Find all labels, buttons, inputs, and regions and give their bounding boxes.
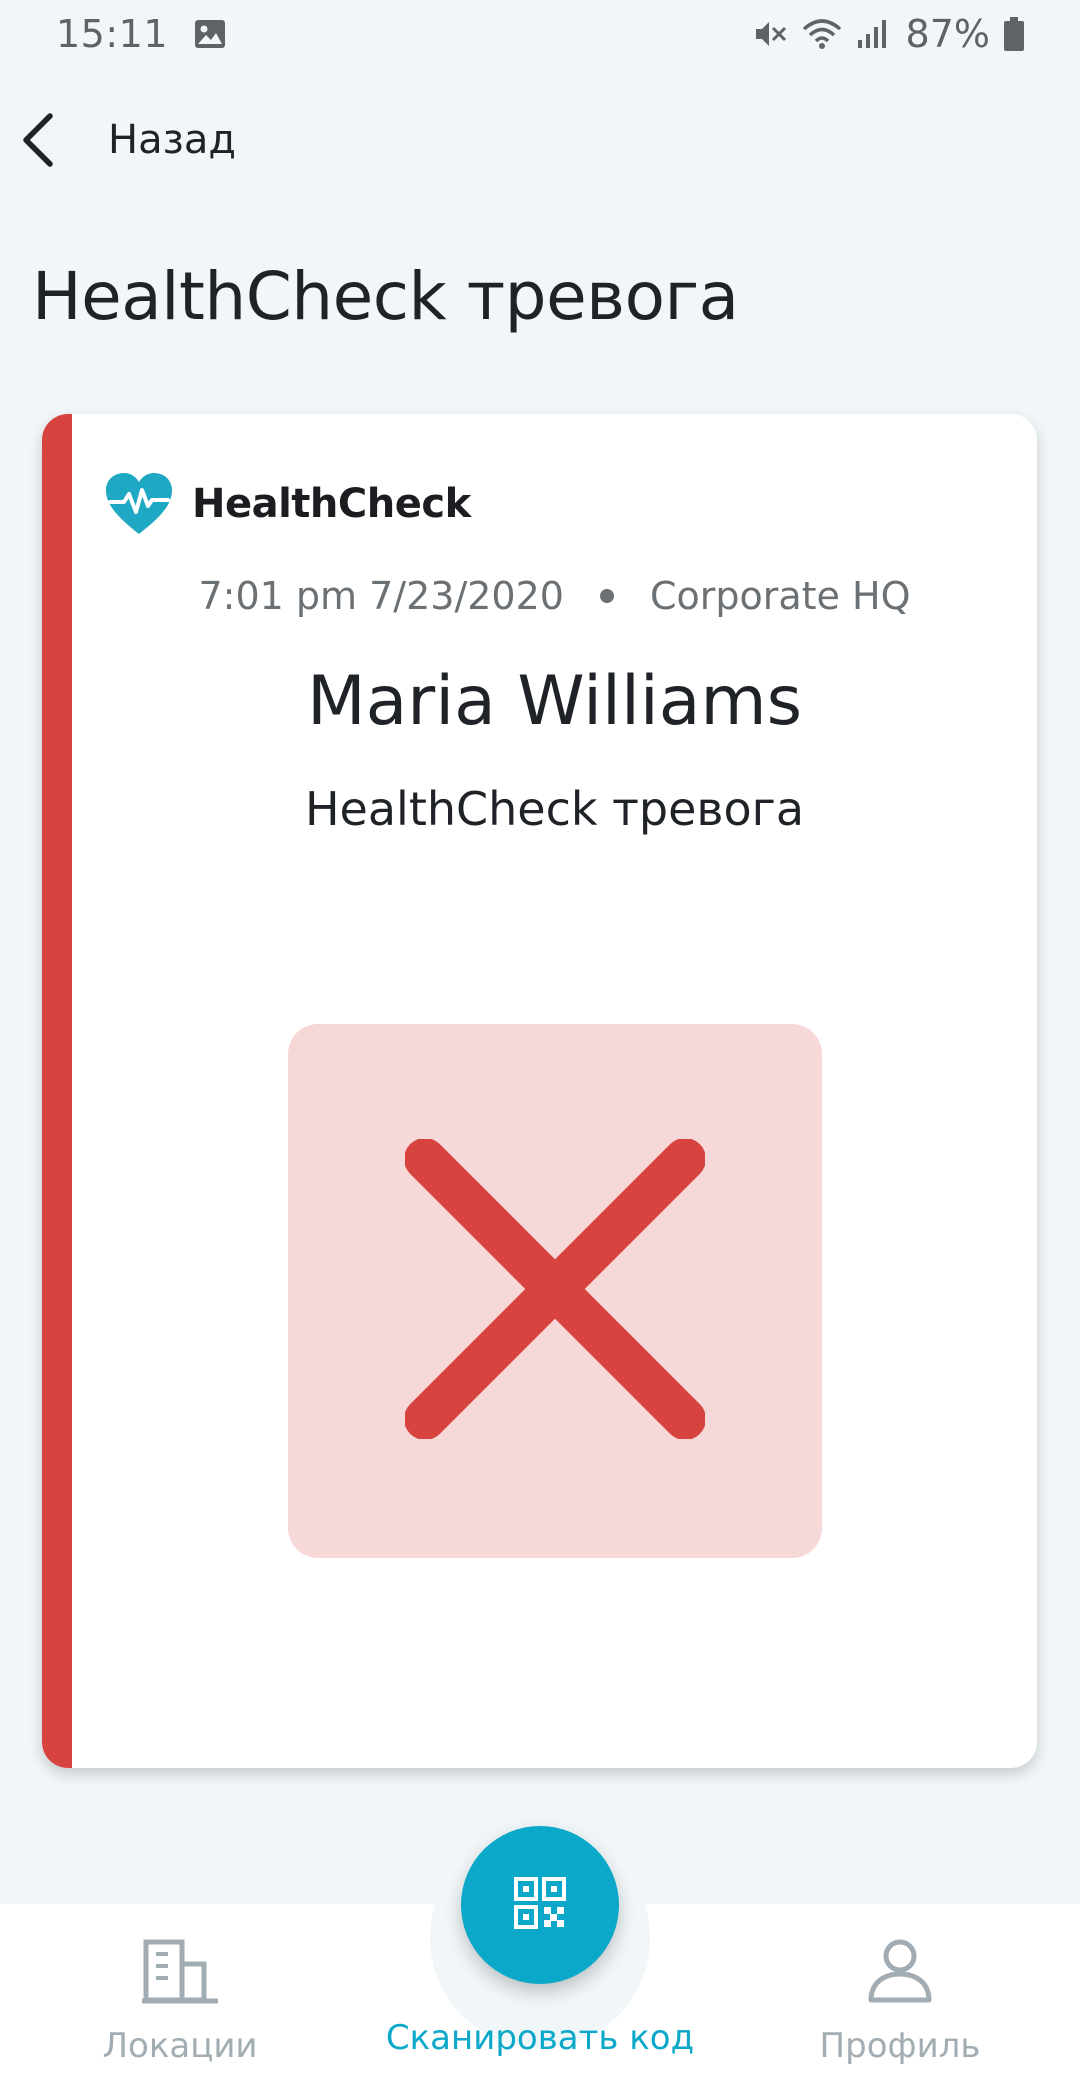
brand-name: HealthCheck	[192, 481, 471, 527]
separator-dot	[599, 589, 614, 603]
close-x-icon	[404, 1138, 706, 1443]
heart-pulse-icon	[104, 472, 174, 536]
nav-locations-label: Локации	[102, 2026, 258, 2066]
page-title: HealthCheck тревога	[32, 258, 739, 335]
alert-type: HealthCheck тревога	[304, 782, 805, 836]
nav-scan-code[interactable]: Сканировать код	[380, 1996, 700, 2058]
alert-location: Corporate HQ	[649, 574, 911, 618]
status-indicator	[288, 1024, 822, 1558]
nav-profile[interactable]: Профиль	[800, 1924, 1000, 2066]
chevron-left-icon	[14, 110, 58, 170]
wifi-icon	[802, 17, 842, 51]
status-icons: 87%	[752, 12, 1024, 56]
status-bar: 15:11 87%	[0, 0, 1080, 68]
nav-profile-label: Профиль	[819, 2026, 981, 2066]
status-time: 15:11	[56, 12, 169, 56]
alert-stripe	[42, 414, 72, 1768]
qr-code-icon	[514, 1877, 566, 1933]
healthcheck-alert-card: HealthCheck 7:01 pm 7/23/2020 Corporate …	[42, 414, 1037, 1768]
gallery-icon	[194, 19, 226, 49]
nav-scan-label: Сканировать код	[385, 2018, 695, 2058]
person-icon	[867, 1924, 933, 2004]
alert-meta: 7:01 pm 7/23/2020 Corporate HQ	[72, 574, 1037, 618]
alert-timestamp: 7:01 pm 7/23/2020	[198, 574, 564, 618]
building-icon	[142, 1924, 218, 2004]
scan-code-button[interactable]	[461, 1826, 619, 1984]
signal-icon	[856, 18, 888, 50]
battery-percent: 87%	[905, 12, 990, 56]
brand-logo: HealthCheck	[104, 472, 471, 536]
battery-icon	[1004, 17, 1024, 51]
back-button[interactable]: Назад	[0, 100, 400, 180]
mute-icon	[752, 17, 788, 51]
back-label: Назад	[108, 117, 237, 163]
person-name: Maria Williams	[306, 662, 803, 741]
nav-locations[interactable]: Локации	[100, 1924, 260, 2066]
